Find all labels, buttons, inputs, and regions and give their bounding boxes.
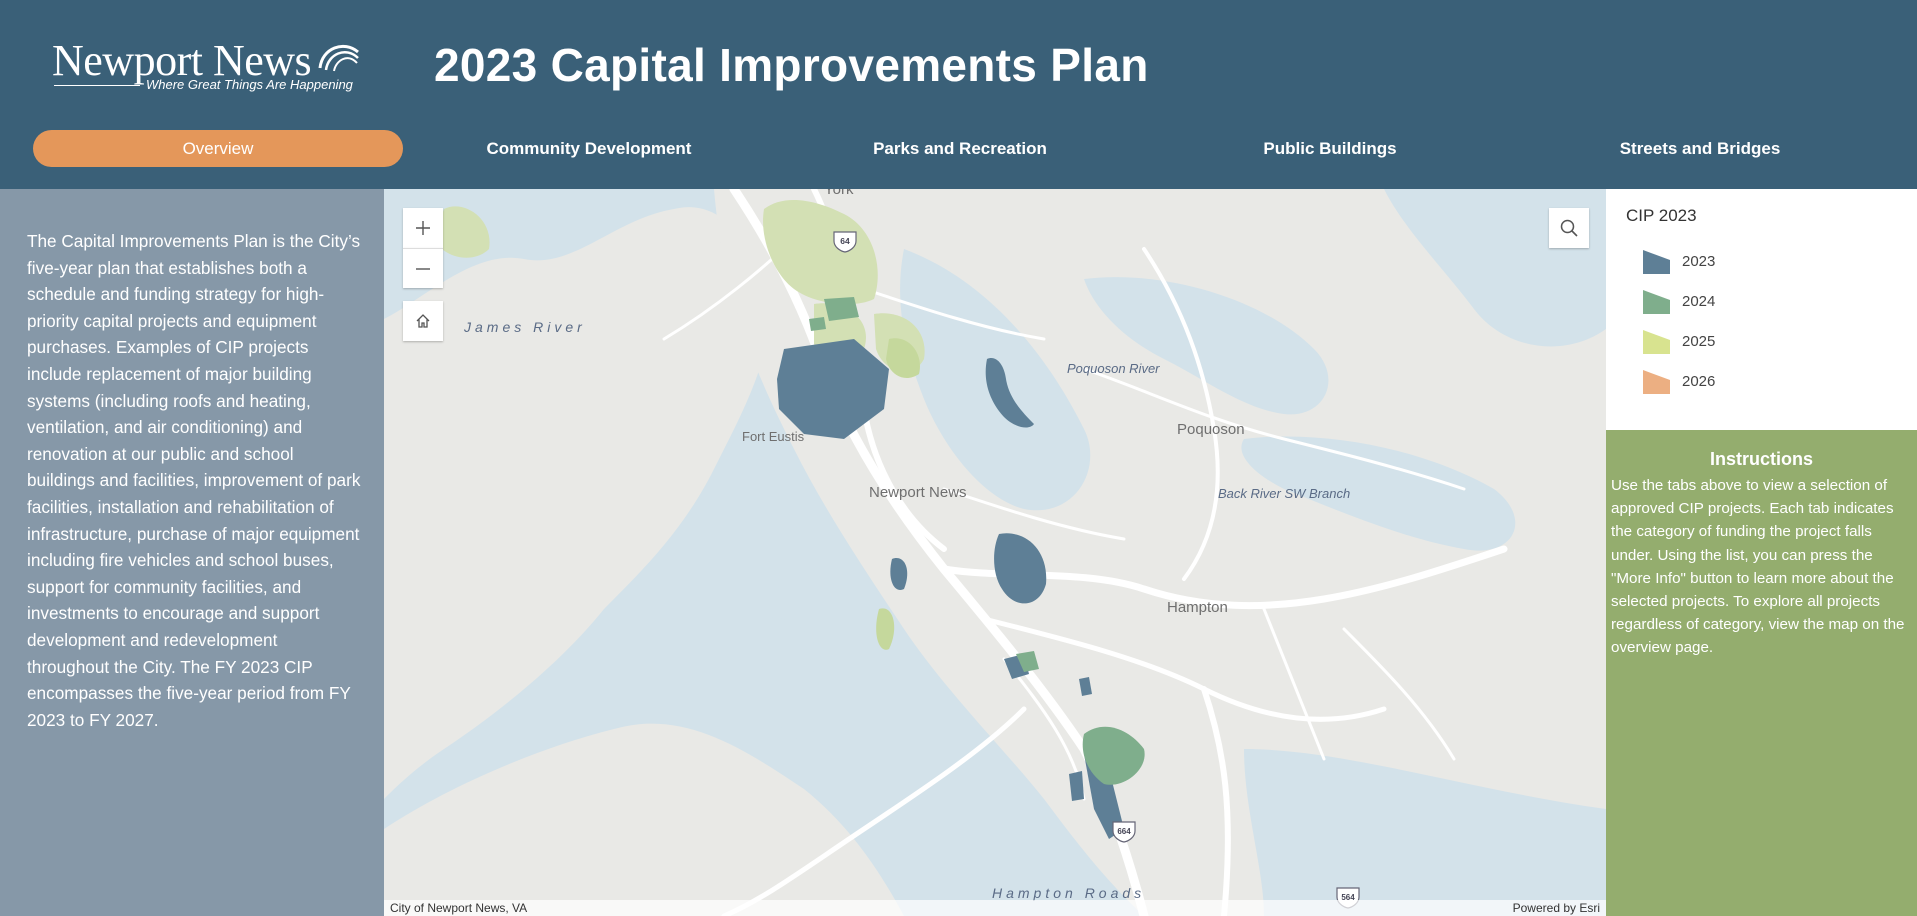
intro-text: The Capital Improvements Plan is the Cit… (27, 231, 361, 730)
city-logo[interactable]: Newport News Where Great Things Are Happ… (52, 36, 362, 100)
legend-label: 2023 (1682, 252, 1716, 270)
legend-item-2026: 2026 (1642, 366, 1715, 396)
legend-label: 2024 (1682, 292, 1716, 310)
map-label-back-river: Back River SW Branch (1218, 486, 1351, 501)
map-label-hampton-roads: Hampton Roads (992, 885, 1146, 901)
home-icon (416, 314, 430, 328)
instructions-text: Use the tabs above to view a selection o… (1611, 477, 1905, 657)
svg-text:664: 664 (1117, 827, 1131, 836)
zoom-in-button[interactable] (403, 208, 443, 248)
map-label-james-river: James River (464, 319, 586, 335)
legend-label: 2026 (1682, 372, 1716, 390)
logo-tagline: Where Great Things Are Happening (146, 77, 353, 92)
map-label-fort-eustis: Fort Eustis (742, 429, 805, 444)
map-attribution: City of Newport News, VA Powered by Esri (384, 900, 1606, 916)
attribution-source: City of Newport News, VA (390, 901, 528, 915)
legend-swatch (1643, 250, 1670, 274)
basemap (384, 189, 1606, 916)
home-button[interactable] (403, 301, 443, 341)
intro-panel: The Capital Improvements Plan is the Cit… (0, 189, 384, 916)
legend-swatch (1643, 370, 1670, 394)
legend-swatch (1643, 330, 1670, 354)
legend-item-2025: 2025 (1642, 326, 1715, 356)
map-label-hampton: Hampton (1167, 599, 1228, 616)
tab-parks-and-recreation[interactable]: Parks and Recreation (775, 130, 1145, 167)
legend-title: CIP 2023 (1626, 206, 1697, 225)
interstate-64-shield: 64 (832, 229, 858, 253)
search-icon (1560, 219, 1578, 237)
map-view[interactable]: York James River Poquoson River Poquoson… (384, 189, 1606, 916)
instructions-panel: Instructions Use the tabs above to view … (1606, 430, 1917, 916)
tab-streets-and-bridges[interactable]: Streets and Bridges (1515, 130, 1885, 167)
minus-icon (416, 267, 430, 270)
page-title: 2023 Capital Improvements Plan (434, 39, 1149, 91)
map-label-poquoson-river: Poquoson River (1067, 361, 1160, 376)
zoom-out-button[interactable] (403, 248, 443, 288)
legend-label: 2025 (1682, 332, 1716, 350)
tab-community-development[interactable]: Community Development (404, 130, 774, 167)
svg-text:64: 64 (840, 236, 850, 246)
map-legend: CIP 2023 2023 2024 2025 2026 (1606, 189, 1917, 430)
attribution-powered-by[interactable]: Powered by Esri (1513, 901, 1600, 915)
tab-public-buildings[interactable]: Public Buildings (1145, 130, 1515, 167)
interstate-664-shield: 664 (1111, 819, 1137, 843)
logo-rule (54, 85, 140, 86)
wave-logo-icon (318, 45, 359, 72)
app-header: Newport News Where Great Things Are Happ… (0, 0, 1917, 189)
plus-icon (416, 221, 430, 235)
legend-item-2023: 2023 (1642, 246, 1715, 276)
legend-item-2024: 2024 (1642, 286, 1715, 316)
map-label-poquoson: Poquoson (1177, 421, 1245, 438)
map-label-newport-news: Newport News (869, 484, 967, 501)
instructions-title: Instructions (1709, 449, 1813, 469)
search-button[interactable] (1549, 208, 1589, 248)
map-label-york: York (824, 189, 854, 198)
tab-overview[interactable]: Overview (33, 130, 403, 167)
legend-swatch (1643, 290, 1670, 314)
